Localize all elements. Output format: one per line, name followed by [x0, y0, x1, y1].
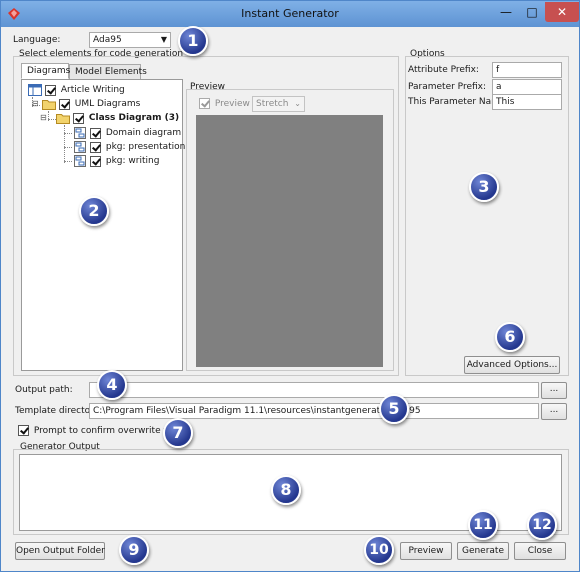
- stretch-select[interactable]: Stretch ⌄: [252, 96, 305, 112]
- callout-badge: 6: [495, 322, 525, 352]
- callout-badge: 10: [364, 535, 394, 565]
- tree-label: Class Diagram (3): [88, 113, 180, 123]
- advanced-options-button[interactable]: Advanced Options...: [464, 356, 560, 374]
- preview-canvas: [196, 115, 383, 367]
- collapse-icon[interactable]: ⊟: [32, 97, 42, 111]
- close-window-button[interactable]: ✕: [545, 2, 579, 22]
- class-diagram-icon: [74, 141, 86, 153]
- minimize-button[interactable]: —: [493, 2, 519, 22]
- preview-button[interactable]: Preview: [400, 542, 452, 560]
- maximize-button[interactable]: □: [519, 2, 545, 22]
- output-path-input[interactable]: [89, 382, 539, 398]
- preview-checkbox-label: Preview: [214, 99, 250, 109]
- this-parameter-name-input[interactable]: This: [492, 94, 562, 110]
- callout-badge: 1: [178, 26, 208, 56]
- callout-badge: 2: [79, 196, 109, 226]
- checkbox-uml-diagrams[interactable]: [58, 98, 70, 110]
- tree-label: pkg: presentation: [105, 142, 186, 152]
- callout-badge: 12: [527, 510, 557, 540]
- checkbox-domain-diagram[interactable]: [90, 127, 101, 139]
- tree-label: Article Writing: [60, 85, 125, 95]
- stretch-value: Stretch: [256, 99, 289, 109]
- tree-item-pkg-writing[interactable]: pkg: writing: [73, 154, 159, 168]
- folder-icon: [56, 114, 70, 124]
- parameter-prefix-label: Parameter Prefix:: [408, 82, 487, 92]
- tree-item-uml-diagrams[interactable]: ⊟ UML Diagrams: [28, 97, 140, 111]
- output-path-browse-button[interactable]: ...: [541, 382, 567, 399]
- prompt-overwrite-row[interactable]: Prompt to confirm overwrite file: [18, 425, 177, 436]
- callout-badge: 7: [163, 418, 193, 448]
- title-bar: Instant Generator — □ ✕: [1, 1, 579, 27]
- tree-label: Domain diagram: [105, 128, 182, 138]
- class-diagram-icon: [74, 155, 86, 167]
- tree-item-pkg-presentation[interactable]: pkg: presentation: [73, 140, 185, 154]
- output-path-label: Output path:: [15, 385, 73, 395]
- tree-item-class-diagram[interactable]: ⊟ Class Diagram (3): [40, 111, 179, 125]
- prompt-overwrite-label: Prompt to confirm overwrite file: [33, 426, 178, 436]
- callout-badge: 3: [469, 172, 499, 202]
- tree-item-article-writing[interactable]: Article Writing: [28, 83, 125, 97]
- preview-checkbox-row[interactable]: Preview: [199, 98, 250, 109]
- template-directory-browse-button[interactable]: ...: [541, 403, 567, 420]
- project-icon: [28, 84, 42, 96]
- tab-diagrams[interactable]: Diagrams: [21, 63, 70, 79]
- attribute-prefix-label: Attribute Prefix:: [408, 65, 479, 75]
- callout-badge: 4: [97, 370, 127, 400]
- language-value: Ada95: [93, 35, 122, 45]
- callout-badge: 9: [119, 535, 149, 565]
- callout-badge: 5: [379, 394, 409, 424]
- preview-checkbox[interactable]: [199, 98, 210, 109]
- parameter-prefix-input[interactable]: a: [492, 79, 562, 95]
- checkbox-article-writing[interactable]: [45, 84, 56, 96]
- callout-badge: 11: [468, 510, 498, 540]
- language-select[interactable]: Ada95 ▼: [89, 32, 171, 48]
- language-label: Language:: [13, 35, 61, 45]
- tree-item-domain-diagram[interactable]: Domain diagram: [73, 126, 181, 140]
- folder-icon: [41, 100, 56, 110]
- attribute-prefix-input[interactable]: f: [492, 62, 562, 78]
- collapse-icon[interactable]: ⊟: [40, 111, 56, 125]
- callout-badge: 8: [271, 475, 301, 505]
- chevron-down-icon: ▼: [160, 35, 167, 44]
- generate-button[interactable]: Generate: [457, 542, 509, 560]
- template-directory-input[interactable]: C:\Program Files\Visual Paradigm 11.1\re…: [89, 403, 539, 419]
- instant-generator-window: Instant Generator — □ ✕ Language: Ada95 …: [0, 0, 580, 572]
- checkbox-pkg-writing[interactable]: [90, 155, 101, 167]
- chevron-down-icon: ⌄: [294, 99, 301, 108]
- checkbox-pkg-presentation[interactable]: [90, 141, 101, 153]
- tree-label: UML Diagrams: [74, 99, 141, 109]
- prompt-overwrite-checkbox[interactable]: [18, 425, 29, 436]
- tab-model-elements[interactable]: Model Elements: [69, 64, 147, 80]
- tree-label: pkg: writing: [105, 156, 160, 166]
- open-output-folder-button[interactable]: Open Output Folder: [15, 542, 105, 560]
- class-diagram-icon: [74, 127, 86, 139]
- close-button[interactable]: Close: [514, 542, 566, 560]
- checkbox-class-diagram[interactable]: [73, 112, 84, 124]
